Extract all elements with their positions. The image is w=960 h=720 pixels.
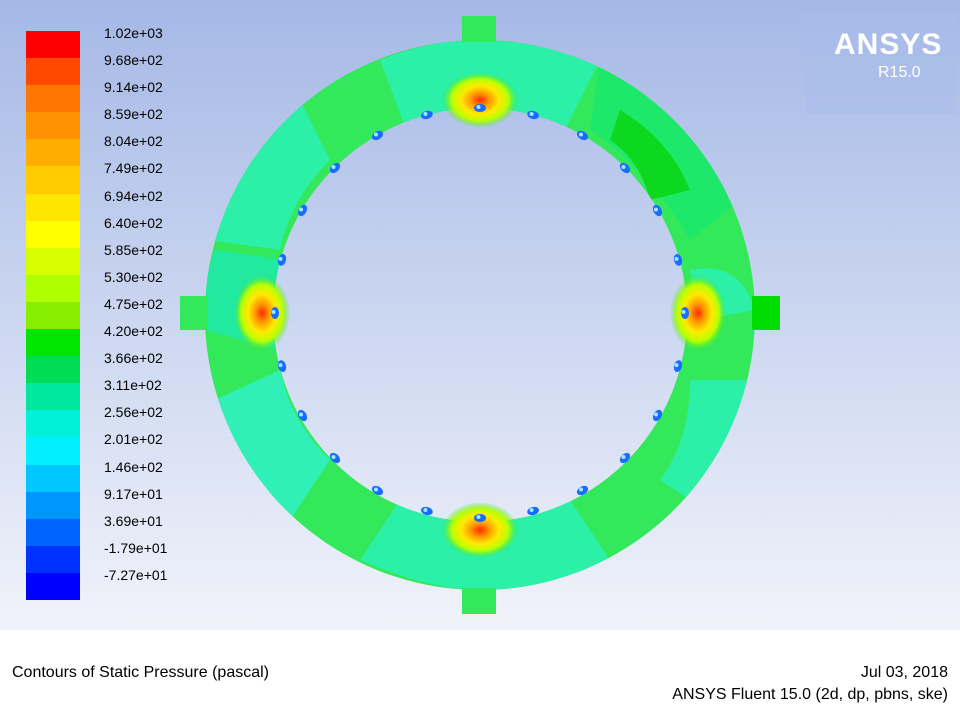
- logo-version: R15.0: [878, 64, 921, 81]
- lug-right: [752, 296, 780, 330]
- graphics-viewport[interactable]: 1.02e+03 9.68e+02 9.14e+02 8.59e+02 8.04e+02…: [0, 0, 960, 630]
- node-highlight: [654, 207, 658, 212]
- node-highlight: [374, 487, 378, 492]
- plot-title: Contours of Static Pressure (pascal): [12, 664, 269, 681]
- node-highlight: [621, 165, 626, 169]
- node-highlight: [278, 256, 283, 261]
- node-highlight: [331, 165, 336, 169]
- node-highlight: [674, 256, 679, 261]
- node-highlight: [476, 105, 481, 109]
- node-highlight: [621, 455, 626, 459]
- node-highlight: [299, 412, 303, 417]
- node-highlight: [374, 132, 378, 137]
- node-highlight: [278, 363, 283, 368]
- lug-top: [462, 16, 496, 42]
- lug-left: [180, 296, 208, 330]
- plot-date: Jul 03, 2018: [860, 664, 948, 681]
- node-highlight: [331, 455, 336, 459]
- solver-info: ANSYS Fluent 15.0 (2d, dp, pbns, ske): [672, 686, 948, 703]
- node-highlight: [674, 363, 679, 368]
- node-highlight: [529, 112, 534, 116]
- node-highlight: [423, 112, 428, 116]
- lug-bottom: [462, 588, 496, 614]
- ansys-logo: ANSYS R15.0: [806, 14, 956, 114]
- logo-brand: ANSYS: [834, 28, 943, 61]
- node-highlight: [579, 487, 583, 492]
- node-highlight: [579, 132, 583, 137]
- node-highlight: [654, 412, 658, 417]
- node-highlight: [681, 310, 686, 314]
- node-highlight: [271, 310, 276, 314]
- node-highlight: [476, 515, 481, 519]
- node-highlight: [299, 207, 303, 212]
- node-highlight: [529, 508, 534, 512]
- footer: Contours of Static Pressure (pascal) Jul…: [0, 630, 960, 720]
- node-highlight: [423, 508, 428, 512]
